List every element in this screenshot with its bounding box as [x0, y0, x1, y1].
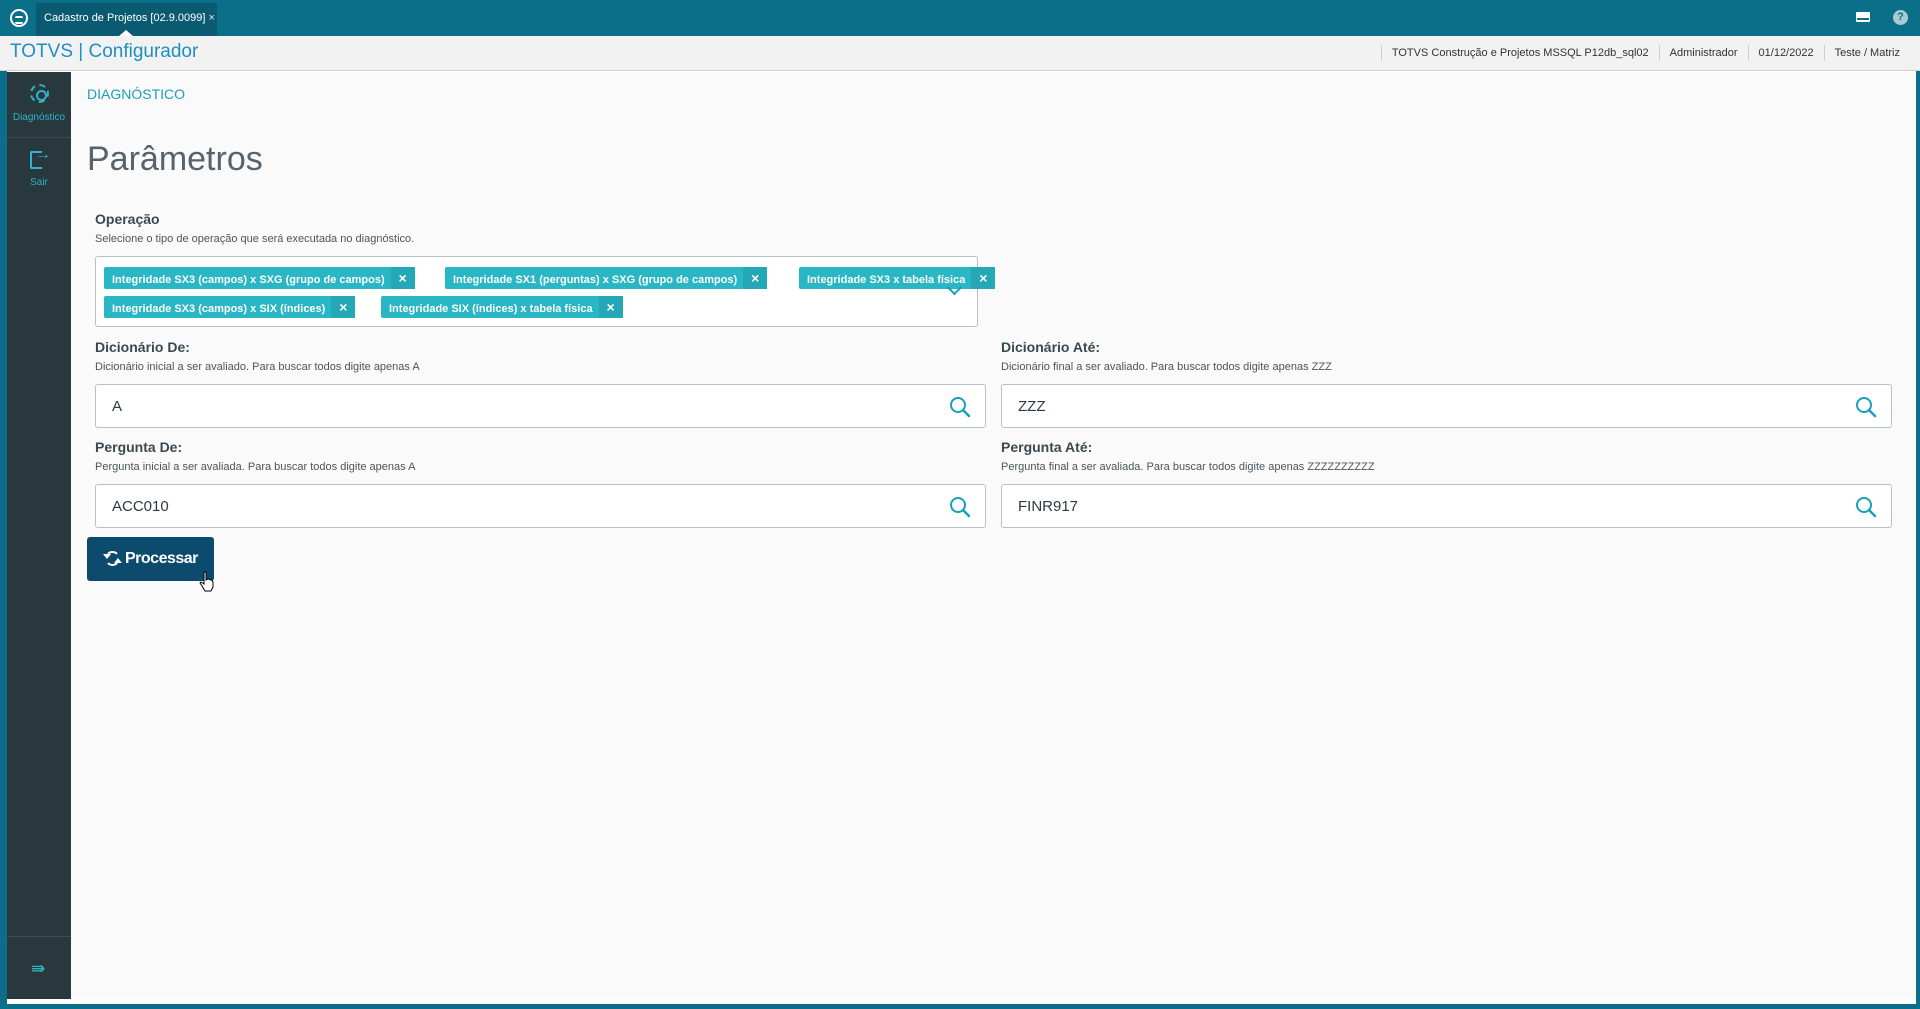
- sidebar: Diagnóstico Sair ⇛: [7, 72, 71, 999]
- environment-label: TOTVS Construção e Projetos MSSQL P12db_…: [1380, 45, 1659, 61]
- operation-chip: Integridade SX3 (campos) x SIX (índices)…: [104, 296, 356, 318]
- close-icon[interactable]: ×: [971, 267, 996, 289]
- chip-label: Integridade SX3 (campos) x SXG (grupo de…: [112, 274, 385, 286]
- exit-icon: [30, 146, 51, 169]
- question-from-label: Pergunta De:: [95, 439, 183, 455]
- operation-multiselect[interactable]: Integridade SX3 (campos) x SXG (grupo de…: [95, 256, 996, 327]
- operation-chip: Integridade SX3 (campos) x SXG (grupo de…: [104, 267, 415, 289]
- operation-chip: Integridade SX3 x tabela física ×: [799, 267, 996, 289]
- dict-from-label: Dicionário De:: [95, 339, 190, 355]
- chip-label: Integridade SIX (índices) x tabela físic…: [389, 303, 593, 315]
- sidebar-item-diagnostico[interactable]: Diagnóstico: [7, 72, 71, 138]
- session-info: TOTVS Construção e Projetos MSSQL P12db_…: [1380, 36, 1910, 70]
- tab-label: Cadastro de Projetos [02.9.0099]: [44, 12, 206, 24]
- help-icon[interactable]: ?: [1893, 10, 1908, 25]
- question-to-help: Pergunta final a ser avaliada. Para busc…: [1001, 461, 1375, 473]
- close-icon[interactable]: ×: [331, 296, 356, 318]
- dict-from-help: Dicionário inicial a ser avaliado. Para …: [95, 361, 420, 373]
- process-button-label: Processar: [125, 550, 198, 567]
- dict-from-input[interactable]: [112, 385, 868, 427]
- sidebar-item-label: Diagnóstico: [12, 112, 66, 123]
- close-icon[interactable]: ×: [390, 267, 415, 289]
- app-title: TOTVS | Configurador: [10, 41, 199, 62]
- sidebar-item-sair[interactable]: Sair: [7, 138, 71, 202]
- refresh-icon: [103, 551, 122, 566]
- search-icon[interactable]: [1855, 496, 1877, 518]
- window-frame-left: [0, 71, 7, 1009]
- dict-to-input[interactable]: [1018, 385, 1774, 427]
- chip-label: Integridade SX3 x tabela física: [807, 274, 966, 286]
- question-from-field: [95, 484, 986, 528]
- window-frame-bottom: [0, 1004, 1920, 1009]
- dict-from-field: [95, 384, 986, 428]
- operation-chip: Integridade SX1 (perguntas) x SXG (grupo…: [445, 267, 768, 289]
- close-icon[interactable]: ×: [598, 296, 623, 318]
- window-frame-right: [1916, 71, 1920, 1009]
- tab-close-icon[interactable]: ×: [208, 3, 214, 33]
- chip-label: Integridade SX3 (campos) x SIX (índices): [112, 303, 326, 315]
- top-app-bar: Cadastro de Projetos [02.9.0099] × ?: [0, 0, 1920, 36]
- search-icon[interactable]: [949, 396, 971, 418]
- sidebar-collapse-button[interactable]: ⇛: [7, 936, 71, 999]
- dict-to-help: Dicionário final a ser avaliado. Para bu…: [1001, 361, 1332, 373]
- operation-chip: Integridade SIX (índices) x tabela físic…: [381, 296, 623, 318]
- question-to-label: Pergunta Até:: [1001, 439, 1093, 455]
- app-logo-icon[interactable]: [10, 9, 28, 27]
- search-icon[interactable]: [1855, 396, 1877, 418]
- gear-icon: [29, 84, 49, 103]
- mail-icon[interactable]: [1856, 12, 1870, 22]
- page-title: Parâmetros: [87, 140, 263, 178]
- breadcrumb[interactable]: DIAGNÓSTICO: [87, 86, 185, 102]
- operation-help: Selecione o tipo de operação que será ex…: [95, 233, 415, 245]
- chip-label: Integridade SX1 (perguntas) x SXG (grupo…: [453, 274, 738, 286]
- collapse-menu-icon: ⇛: [31, 959, 46, 978]
- dict-to-field: [1001, 384, 1892, 428]
- close-icon[interactable]: ×: [743, 267, 768, 289]
- branch-label: Teste / Matriz: [1823, 45, 1910, 61]
- date-label: 01/12/2022: [1747, 45, 1824, 61]
- user-label: Administrador: [1658, 45, 1748, 61]
- process-button[interactable]: Processar: [87, 537, 214, 581]
- search-icon[interactable]: [949, 496, 971, 518]
- question-to-input[interactable]: [1018, 485, 1774, 527]
- hand-cursor-icon: [199, 571, 214, 592]
- dict-to-label: Dicionário Até:: [1001, 339, 1101, 355]
- tab-cadastro-de-projetos[interactable]: Cadastro de Projetos [02.9.0099] ×: [36, 3, 217, 36]
- operation-label: Operação: [95, 211, 160, 227]
- app-header: TOTVS | Configurador TOTVS Construção e …: [0, 36, 1920, 71]
- sidebar-item-label: Sair: [30, 177, 48, 188]
- question-from-input[interactable]: [112, 485, 868, 527]
- question-to-field: [1001, 484, 1892, 528]
- question-from-help: Pergunta inicial a ser avaliada. Para bu…: [95, 461, 416, 473]
- main-content: DIAGNÓSTICO Parâmetros Operação Selecion…: [71, 72, 1916, 999]
